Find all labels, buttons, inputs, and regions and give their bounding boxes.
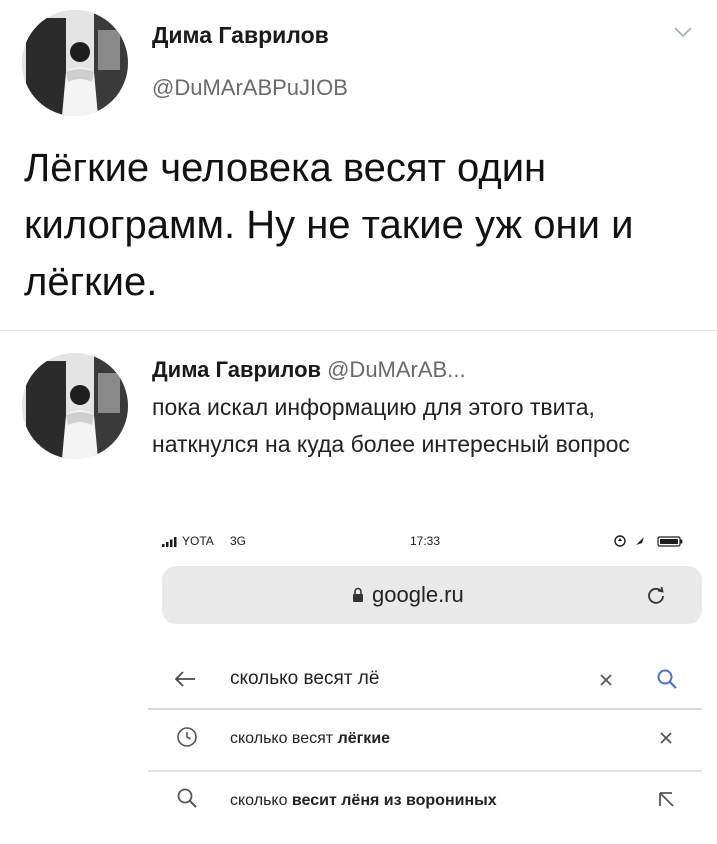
- avatar-photo: [22, 10, 128, 116]
- chevron-down-icon[interactable]: [672, 24, 694, 40]
- status-bar: YOTA 3G 17:33: [148, 528, 702, 554]
- suggestion-highlight: лёгкие: [337, 730, 391, 747]
- suggestion-text[interactable]: сколько весят лёгкие: [230, 730, 390, 748]
- network-type: 3G: [230, 534, 247, 548]
- remove-x-icon[interactable]: [656, 728, 676, 748]
- status-clock: 17:33: [410, 534, 441, 548]
- suggestion-prefix: сколько весят: [230, 730, 338, 747]
- carrier-name: YOTA: [182, 534, 214, 548]
- avatar-photo: [22, 353, 128, 459]
- search-icon: [177, 788, 197, 808]
- fill-arrow-icon[interactable]: [656, 790, 676, 810]
- signal-strength-icon: [162, 537, 177, 547]
- quoted-header[interactable]: Дима Гаврилов @DuMArAB...: [152, 357, 466, 383]
- attached-screenshot[interactable]: YOTA 3G 17:33 google.ru сколько весят лё…: [148, 528, 702, 833]
- author-handle[interactable]: @DuMArABPuJIOB: [152, 75, 348, 101]
- author-name[interactable]: Дима Гаврилов: [152, 22, 329, 49]
- reload-icon[interactable]: [646, 585, 666, 605]
- close-icon[interactable]: [596, 670, 616, 690]
- battery-icon: [614, 535, 683, 547]
- author-avatar[interactable]: [22, 10, 128, 116]
- divider: [0, 330, 717, 331]
- quoted-text: пока искал информацию для этого твита, н…: [152, 394, 630, 457]
- suggestion-prefix: сколько: [230, 792, 292, 809]
- history-clock-icon: [177, 727, 197, 747]
- address-bar[interactable]: google.ru: [162, 566, 702, 624]
- lock-icon: [353, 587, 363, 602]
- back-arrow-icon[interactable]: [174, 670, 196, 688]
- suggestion-item[interactable]: сколько весят лёгкие: [148, 710, 702, 772]
- tweet-text: Лёгкие человека весят один килограмм. Ну…: [24, 146, 634, 304]
- suggestion-highlight: весит лёня из ворониных: [291, 792, 497, 809]
- quoted-author-avatar[interactable]: [22, 353, 128, 459]
- search-input[interactable]: [230, 666, 570, 692]
- quoted-author-name[interactable]: Дима Гаврилов: [152, 357, 321, 382]
- quoted-author-handle[interactable]: @DuMArAB...: [327, 357, 465, 382]
- suggestion-item[interactable]: сколько весит лёня из ворониных: [148, 772, 702, 832]
- url-text[interactable]: google.ru: [372, 582, 464, 608]
- search-bar[interactable]: [148, 652, 702, 710]
- search-icon[interactable]: [656, 668, 678, 690]
- suggestion-text[interactable]: сколько весит лёня из ворониных: [230, 792, 497, 810]
